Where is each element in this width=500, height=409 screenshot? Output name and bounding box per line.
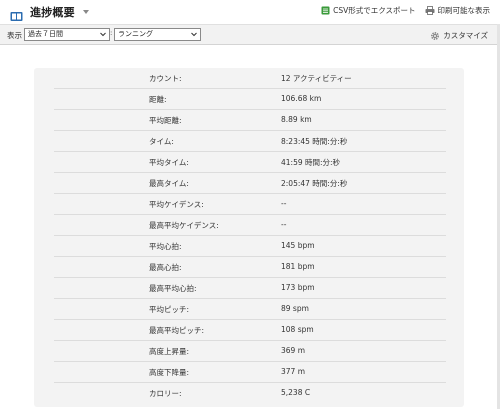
print-view-label: 印刷可能な表示 xyxy=(437,6,491,15)
stat-value: 89 spm xyxy=(281,304,309,313)
stat-value: -- xyxy=(281,220,287,229)
stat-value: 41:59 時間:分:秒 xyxy=(281,158,341,167)
stat-value: 173 bpm xyxy=(281,283,315,292)
customize-label: カスタマイズ xyxy=(443,31,488,40)
stat-label: 最高平均ピッチ: xyxy=(149,326,205,335)
export-csv-label: CSV形式でエクスポート xyxy=(333,6,416,15)
summary-stats-card: カウント: 12 アクティビティー 距離: 106.68 km 平均距離: 8.… xyxy=(34,68,464,407)
stat-value: 369 m xyxy=(281,346,306,355)
stat-label: 平均タイム: xyxy=(149,158,189,167)
stat-value: 12 アクティビティー xyxy=(281,74,352,83)
stat-label: 最高平均ケイデンス: xyxy=(149,221,219,230)
stat-value: 5,238 C xyxy=(281,388,311,397)
stat-label: 距離: xyxy=(149,95,167,104)
stat-label: 平均心拍: xyxy=(149,242,182,251)
print-view-button[interactable]: 印刷可能な表示 xyxy=(425,5,491,16)
stat-value: 8:23:45 時間:分:秒 xyxy=(281,137,348,146)
stat-row-calories: カロリー: 5,238 C xyxy=(54,383,446,404)
printer-icon xyxy=(425,6,434,15)
customize-button[interactable]: カスタマイズ xyxy=(430,30,488,41)
stat-row-max-avg-hr: 最高平均心拍: 173 bpm xyxy=(54,278,446,299)
title-dropdown-icon[interactable] xyxy=(82,10,89,14)
export-csv-button[interactable]: CSV形式でエクスポート xyxy=(321,5,416,16)
stat-value: -- xyxy=(281,199,287,208)
stat-row-distance: 距離: 106.68 km xyxy=(54,89,446,110)
stat-label: 最高タイム: xyxy=(149,179,189,188)
activity-type-select-value: ランニング xyxy=(118,30,153,38)
stat-value: 108 spm xyxy=(281,325,314,334)
stat-row-max-time: 最高タイム: 2:05:47 時間:分:秒 xyxy=(54,173,446,194)
stat-value: 8.89 km xyxy=(281,115,312,124)
spreadsheet-icon xyxy=(321,6,330,15)
stat-row-avg-pitch: 平均ピッチ: 89 spm xyxy=(54,299,446,320)
stat-row-avg-distance: 平均距離: 8.89 km xyxy=(54,110,446,131)
stat-row-max-avg-pitch: 最高平均ピッチ: 108 spm xyxy=(54,320,446,341)
stat-row-time: タイム: 8:23:45 時間:分:秒 xyxy=(54,131,446,152)
stat-row-avg-hr: 平均心拍: 145 bpm xyxy=(54,236,446,257)
stat-label: 最高心拍: xyxy=(149,263,182,272)
stat-value: 2:05:47 時間:分:秒 xyxy=(281,179,348,188)
stat-value: 377 m xyxy=(281,367,306,376)
filter-separator: : xyxy=(110,29,113,37)
stat-value: 145 bpm xyxy=(281,241,315,250)
show-label: 表示 xyxy=(7,31,22,40)
stat-row-max-avg-cadence: 最高平均ケイデンス: -- xyxy=(54,215,446,236)
stat-label: 平均距離: xyxy=(149,116,182,125)
filter-toolbar: 表示 過去７日間 : ランニング カスタマイズ xyxy=(0,24,497,45)
stat-row-avg-time: 平均タイム: 41:59 時間:分:秒 xyxy=(54,152,446,173)
stat-label: カロリー: xyxy=(149,389,182,398)
period-select[interactable]: 過去７日間 xyxy=(24,28,110,41)
title-group[interactable]: 進捗概要 xyxy=(10,4,89,21)
page-header: 進捗概要 CSV形式でエクスポート 印刷可能な表示 xyxy=(0,0,500,24)
stat-label: タイム: xyxy=(149,137,174,146)
stat-label: 平均ケイデンス: xyxy=(149,200,204,209)
stat-label: 平均ピッチ: xyxy=(149,305,190,314)
period-select-value: 過去７日間 xyxy=(28,30,63,38)
chevron-down-icon xyxy=(191,32,197,37)
stat-label: 最高平均心拍: xyxy=(149,284,197,293)
stat-value: 106.68 km xyxy=(281,94,322,103)
stat-label: カウント: xyxy=(149,74,182,83)
header-actions: CSV形式でエクスポート 印刷可能な表示 xyxy=(321,5,490,16)
stat-row-max-hr: 最高心拍: 181 bpm xyxy=(54,257,446,278)
stat-row-elevation-gain: 高度上昇量: 369 m xyxy=(54,341,446,362)
stat-label: 高度上昇量: xyxy=(149,347,190,356)
page-title: 進捗概要 xyxy=(30,6,75,19)
activity-type-select[interactable]: ランニング xyxy=(114,28,201,41)
stat-row-avg-cadence: 平均ケイデンス: -- xyxy=(54,194,446,215)
stat-row-count: カウント: 12 アクティビティー xyxy=(54,68,446,89)
gear-icon xyxy=(431,31,440,40)
stat-value: 181 bpm xyxy=(281,262,315,271)
book-icon xyxy=(10,7,23,21)
stat-row-elevation-loss: 高度下降量: 377 m xyxy=(54,362,446,383)
stat-label: 高度下降量: xyxy=(149,368,190,377)
chevron-down-icon xyxy=(100,32,106,37)
